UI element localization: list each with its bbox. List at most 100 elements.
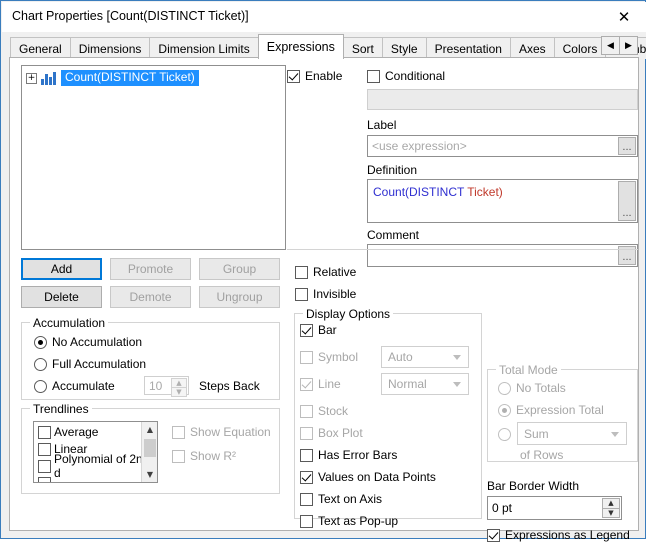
scroll-down-icon[interactable]: ▼ [142,467,157,482]
checkbox-relative[interactable]: Relative [295,265,356,279]
expression-tree[interactable]: + Count(DISTINCT Ticket) [21,65,286,250]
bar-chart-icon [41,71,57,85]
scroll-up-icon[interactable]: ▲ [142,422,157,437]
radio-expression-total: Expression Total [498,403,604,417]
comment-input[interactable]: ... [367,244,638,267]
bar-border-width-stepper[interactable]: 0 pt ▲ ▼ [487,496,622,520]
checkbox-icon[interactable] [295,265,308,279]
tab-sort[interactable]: Sort [342,37,383,59]
add-button[interactable]: Add [21,258,102,280]
tab-dimensions[interactable]: Dimensions [69,37,151,59]
chart-properties-dialog: Chart Properties [Count(DISTINCT Ticket)… [0,0,646,542]
checkbox-icon [300,426,313,440]
checkbox-values-on-data-points[interactable]: Values on Data Points [300,470,436,484]
checkbox-icon[interactable] [38,476,51,482]
conditional-input [367,89,638,110]
of-rows-label: of Rows [520,448,564,462]
stepper-arrows[interactable]: ▲ ▼ [602,498,620,518]
show-r2-label: Show R² [190,449,237,463]
bar-label: Bar [318,323,337,337]
line-label: Line [318,377,341,391]
list-item-partial[interactable] [38,475,51,482]
radio-icon [498,403,511,417]
stepper-arrows: ▲ ▼ [171,378,187,397]
group-button: Group [199,258,280,280]
tab-strip: General Dimensions Dimension Limits Expr… [2,32,646,59]
checkbox-icon[interactable] [300,323,313,337]
checkbox-enable[interactable]: Enable [287,69,342,83]
symbol-select: Auto [381,346,469,368]
tab-scroll-buttons: ◀ ▶ [601,36,640,55]
stock-label: Stock [318,404,349,418]
checkbox-invisible[interactable]: Invisible [295,287,356,301]
tab-scroll-left-button[interactable]: ◀ [601,36,620,55]
checkbox-has-error-bars[interactable]: Has Error Bars [300,448,397,462]
checkbox-show-r2: Show R² [172,449,236,463]
radio-icon [498,381,511,395]
checkbox-expressions-as-legend[interactable]: Expressions as Legend [487,528,630,542]
close-button[interactable]: ✕ [602,2,646,32]
checkbox-icon[interactable] [38,459,51,473]
definition-code-field: Ticket) [467,185,503,199]
radio-no-accumulation[interactable]: No Accumulation [34,335,142,349]
demote-button: Demote [110,286,191,308]
radio-accumulate[interactable]: Accumulate [34,379,115,393]
tab-presentation[interactable]: Presentation [425,37,511,59]
tab-colors[interactable]: Colors [553,37,607,59]
label-input[interactable]: <use expression> ... [367,135,638,157]
checkbox-icon[interactable] [287,69,300,83]
stepper-down-icon[interactable]: ▼ [602,507,620,518]
tab-dimension-limits[interactable]: Dimension Limits [149,37,259,59]
radio-icon [34,357,47,371]
checkbox-icon[interactable] [300,492,313,506]
tab-style[interactable]: Style [381,37,427,59]
radio-full-accumulation[interactable]: Full Accumulation [34,357,146,371]
definition-browse-button[interactable]: ... [618,181,636,221]
checkbox-stock: Stock [300,404,348,418]
tab-scroll-right-button[interactable]: ▶ [619,36,638,55]
ungroup-button: Ungroup [199,286,280,308]
delete-button[interactable]: Delete [21,286,102,308]
radio-icon [498,428,511,441]
checkbox-text-on-axis[interactable]: Text on Axis [300,492,382,506]
relative-label: Relative [313,265,357,279]
tree-item-label: Count(DISTINCT Ticket) [61,70,199,86]
tab-list: General Dimensions Dimension Limits Expr… [10,34,646,59]
checkbox-text-as-popup[interactable]: Text as Pop-up [300,514,398,528]
radio-no-accumulation-label: No Accumulation [52,335,143,349]
checkbox-icon[interactable] [300,470,313,484]
tree-item-count-distinct-ticket[interactable]: + Count(DISTINCT Ticket) [26,70,199,86]
checkbox-icon[interactable] [300,514,313,528]
checkbox-icon[interactable] [367,69,380,83]
checkbox-icon[interactable] [38,425,51,439]
checkbox-bar[interactable]: Bar [300,323,337,337]
label-placeholder: <use expression> [372,139,467,153]
trendlines-listbox[interactable]: Average Linear Polynomial of 2nd d ▲ ▼ [33,421,158,483]
definition-code: Count(DISTINCT Ticket) [373,185,503,199]
label-browse-button[interactable]: ... [618,137,636,155]
checkbox-box-plot: Box Plot [300,426,363,440]
radio-icon [34,379,47,393]
line-style-value: Normal [388,377,427,391]
scrollbar-thumb[interactable] [144,439,156,457]
expand-icon[interactable]: + [26,72,37,84]
aggregation-value: Sum [524,426,549,441]
line-style-select: Normal [381,373,469,395]
display-options-legend: Display Options [303,307,394,321]
list-item-polynomial-2nd[interactable]: Polynomial of 2nd d [38,452,157,480]
list-item-label: Average [54,425,99,439]
display-options-group: Display Options Bar Symbol Auto Line Nor… [294,307,482,528]
tab-expressions[interactable]: Expressions [257,34,344,59]
checkbox-icon[interactable] [295,287,308,301]
tab-axes[interactable]: Axes [509,37,555,59]
checkbox-icon[interactable] [487,528,500,542]
trendlines-scrollbar[interactable]: ▲ ▼ [141,422,157,482]
checkbox-conditional[interactable]: Conditional [367,69,445,83]
checkbox-icon[interactable] [300,448,313,462]
promote-button: Promote [110,258,191,280]
checkbox-icon[interactable] [38,442,51,456]
tab-general[interactable]: General [10,37,71,59]
expression-total-label: Expression Total [516,403,604,417]
list-item-average[interactable]: Average [38,424,98,440]
definition-input[interactable]: Count(DISTINCT Ticket) ... [367,179,638,223]
